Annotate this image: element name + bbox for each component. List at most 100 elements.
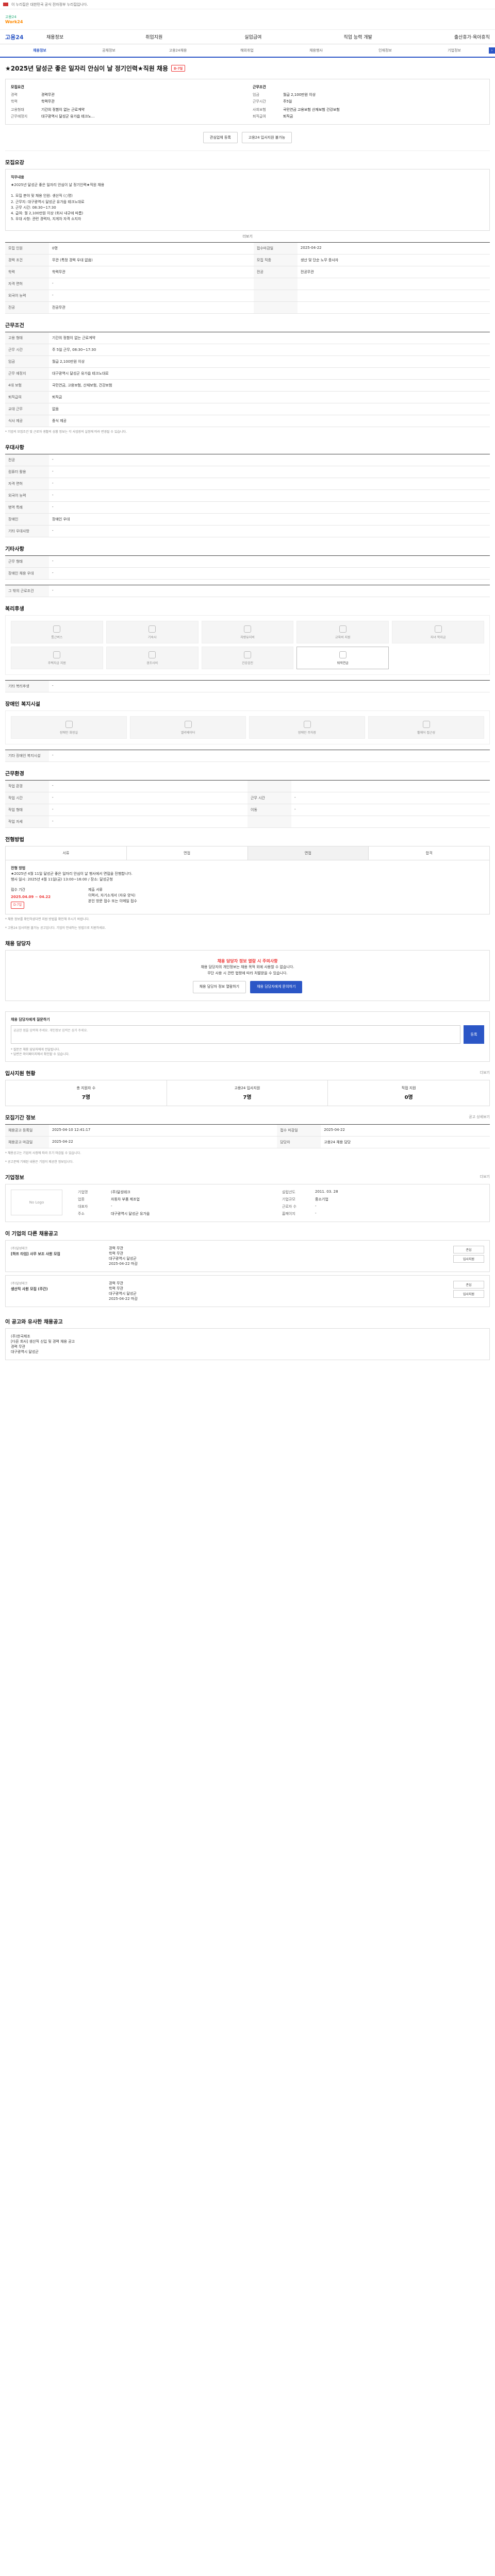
gnb-item-1[interactable]: 취업지원: [145, 33, 162, 40]
disab-etc: 기타 장애인 복지시설 -: [5, 750, 490, 762]
row-key: 퇴직급여: [5, 391, 49, 403]
desc-line: 5. 우대 사항: 관련 경력자, 지게차 자격 소지자: [11, 217, 81, 222]
process-tab-3[interactable]: 합격: [369, 846, 489, 860]
row-key: 외국어 능력: [5, 489, 49, 502]
row-value: -: [49, 804, 248, 816]
scrap-button[interactable]: 관심업체 등록: [203, 132, 238, 143]
row-value-2: 고용24 채용 담당: [321, 1136, 490, 1148]
desc-line: 1. 모집 분야 및 채용 인원: 생산직 (○명): [11, 194, 73, 198]
process-tab-0[interactable]: 서류: [6, 846, 127, 860]
applicants-more-link[interactable]: 더보기: [480, 1070, 490, 1075]
recommend-info: 대구광역시 달성군: [11, 1349, 39, 1354]
docs-title: 기타사항: [5, 547, 24, 552]
row-key: 외국어 능력: [5, 290, 49, 302]
gnb-item-2[interactable]: 실업급여: [244, 33, 261, 40]
row-key: 모집 인원: [5, 243, 49, 255]
more-button[interactable]: 더보기: [0, 231, 495, 242]
related-apply-button[interactable]: 입사지원: [453, 1255, 484, 1263]
row-value: -: [49, 816, 248, 828]
related-buttons: 관심 입사지원: [453, 1280, 484, 1301]
row-value-2: [291, 816, 490, 828]
company-value-2: -: [315, 1211, 317, 1215]
row-key: 근무 예정지: [5, 367, 49, 380]
row-value: 주 5일 근무, 08:30~17:30: [49, 344, 490, 356]
summary-cond-value: 월급 2,100만원 이상: [283, 93, 316, 97]
row-key-2: [248, 816, 291, 828]
site-header: 고용24 Work24: [0, 9, 495, 30]
welfare-icon: [339, 651, 346, 658]
process-tab-2[interactable]: 면접: [248, 846, 369, 860]
prefer-table: 전공 - 컴퓨터 활용 - 자격 면허 - 외국어 능력 - 병역 특례 - 장애인 장애인 우대 기타…: [5, 454, 490, 537]
related-apply-button[interactable]: 입사지원: [453, 1290, 484, 1298]
disab-item: 엘리베이터: [130, 716, 246, 739]
gnb-item-3[interactable]: 직업 능력 개발: [343, 33, 372, 40]
related-item[interactable]: (주)달성테크 [하프 타임] 사무 보조 사원 모집 경력 무관 학력 무관 대구광역…: [5, 1240, 490, 1272]
row-key: 경력 조건: [5, 254, 49, 266]
qa-note: * 질문은 채용 담당자에게 전달됩니다.: [11, 1047, 60, 1052]
tab-1[interactable]: 공채정보: [74, 48, 143, 53]
related-title[interactable]: 생산직 사원 모집 (주간): [11, 1286, 104, 1292]
table-row: 컴퓨터 활용 -: [5, 466, 490, 478]
site-logo[interactable]: 고용24 Work24: [5, 15, 26, 24]
contact-view-button[interactable]: 채용 담당자 정보 열람하기: [192, 980, 246, 993]
contact-ask-button[interactable]: 채용 담당자에게 문의하기: [250, 980, 303, 993]
tab-2[interactable]: 고용24채용: [143, 48, 212, 53]
row-value-2: -: [291, 792, 490, 804]
row-key: 채용공고 마감일: [5, 1136, 49, 1148]
row-value: -: [49, 567, 490, 580]
table-row: 근무 시간 주 5일 근무, 08:30~17:30: [5, 344, 490, 356]
recommend-title[interactable]: [다른 회사] 생산직 신입 및 경력 채용 공고: [11, 1339, 484, 1344]
tab-3[interactable]: 해외취업: [212, 48, 282, 53]
gnb-item-4[interactable]: 출산휴가·육아휴직: [454, 33, 490, 40]
qa-textarea[interactable]: 궁금한 점을 입력해 주세요. 개인정보 입력은 삼가 주세요.: [11, 1025, 460, 1044]
gnb-brand[interactable]: 고용24: [5, 33, 46, 41]
company-key: 업종: [78, 1197, 85, 1201]
work-title: 근무조건: [5, 323, 24, 329]
related-item[interactable]: (주)달성테크 생산직 사원 모집 (주간) 경력 무관 학력 무관 대구광역시 달성군…: [5, 1275, 490, 1307]
welfare-label: 건강검진: [241, 661, 254, 665]
row-value: 2025-04-10 12:41:17: [49, 1124, 277, 1137]
tab-4[interactable]: 채용행사: [282, 48, 351, 53]
prefer-section-title: 우대사항: [0, 436, 495, 454]
row-value-2: 생산 및 단순 노무 종사자: [297, 254, 490, 266]
job-title-row: ★2025년 달성군 좋은 일자리 안심이 날 정기인력★직원 채용 D-7일: [0, 58, 495, 79]
summary-req-value: 기간의 정함이 없는 근로계약: [41, 108, 85, 112]
related-main: (주)달성테크 [하프 타임] 사무 보조 사원 모집: [11, 1246, 104, 1266]
qa-input-row: 궁금한 점을 입력해 주세요. 개인정보 입력은 삼가 주세요. 등록: [11, 1025, 484, 1044]
process-notes: * 채용 정보를 확인하셨다면 지원 방법을 확인해 주시기 바랍니다. * 고용…: [0, 914, 495, 932]
related-title[interactable]: [하프 타임] 사무 보조 사원 모집: [11, 1251, 104, 1257]
tab-0[interactable]: 채용정보: [5, 48, 74, 53]
recommend-item[interactable]: (주)한국제조 [다른 회사] 생산직 신입 및 경력 채용 공고 경력 무관 대구광…: [5, 1328, 490, 1360]
related-info-line: 대구광역시 달성군: [109, 1291, 137, 1296]
gnb-item-0[interactable]: 채용정보: [46, 33, 63, 40]
related-company: (주)달성테크: [11, 1246, 28, 1250]
row-key-2: [253, 290, 298, 302]
row-key-2: 담당자: [277, 1136, 321, 1148]
process-row: 접수 기간 2025.04.09 ~ 04.22 D-7일 제출 서류 이력서,…: [11, 887, 484, 909]
period-more-link[interactable]: 공고 상세보기: [469, 1114, 490, 1120]
process-tab-1[interactable]: 면접: [127, 846, 248, 860]
tab-5[interactable]: 인재정보: [351, 48, 420, 53]
row-value: -: [49, 466, 490, 478]
related-scrap-button[interactable]: 관심: [453, 1280, 484, 1289]
stat-value: 0명: [404, 1094, 413, 1100]
period-section-title: 모집기간 정보 공고 상세보기: [0, 1106, 495, 1124]
row-key: 근무 시간: [5, 344, 49, 356]
summary-cond-value: 주5일: [283, 99, 292, 104]
qa-submit-button[interactable]: 등록: [464, 1025, 484, 1044]
table-row: 채용공고 마감일 2025-04-22 담당자 고용24 채용 담당: [5, 1136, 490, 1148]
tab-6[interactable]: 기업정보: [420, 48, 489, 53]
welfare-item: 자녀 학자금: [392, 621, 484, 643]
related-scrap-button[interactable]: 관심: [453, 1245, 484, 1253]
row-value-2: [291, 781, 490, 792]
row-key-2: 접수마감일: [253, 243, 298, 255]
tab-arrow-icon[interactable]: ›: [489, 47, 495, 54]
welfare-label: 기숙사: [147, 635, 157, 639]
row-value: 없음: [49, 403, 490, 415]
welfare-label: 주택자금 지원: [47, 661, 66, 665]
company-value-2: 중소기업: [315, 1197, 328, 1201]
company-more-link[interactable]: 더보기: [480, 1174, 490, 1179]
prefer-title: 우대사항: [5, 445, 24, 451]
row-key-2: 근무 시간: [248, 792, 291, 804]
apply-button[interactable]: 고용24 입사지원 불가능: [241, 132, 292, 143]
